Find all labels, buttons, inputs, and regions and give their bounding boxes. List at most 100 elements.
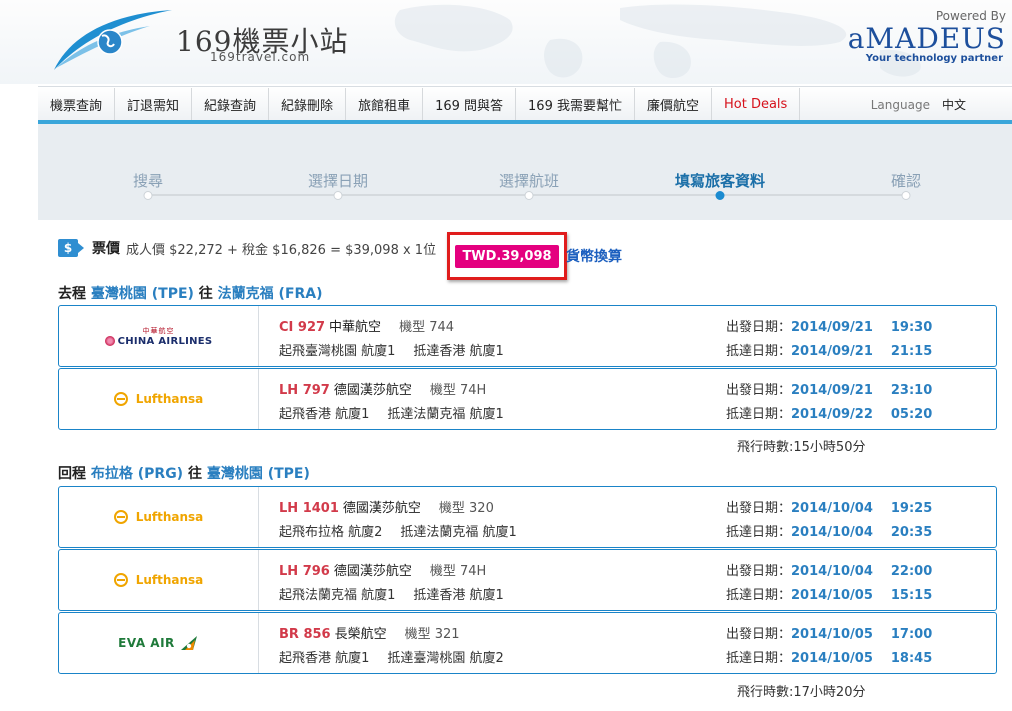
inbound-origin: 布拉格 (PRG) [90,466,184,482]
nav-item-booking-notes[interactable]: 訂退需知 [115,87,193,122]
arrival-date: 2014/10/05 [791,651,873,666]
flight-number: LH 797 [279,383,330,398]
arrival-date-label: 抵達日期： [726,588,792,603]
departure-date-label: 出發日期： [726,564,792,579]
lufthansa-logo: Lufthansa [113,392,203,406]
language-value[interactable]: 中文 [942,96,966,113]
arrival-airport: 抵達香港 航廈1 [413,588,504,603]
nav-item-record-delete[interactable]: 紀錄刪除 [269,87,347,122]
price-label: 票價 [92,241,120,257]
nav-item-low-cost[interactable]: 廉價航空 [635,87,712,122]
inbound-title: 回程 布拉格 (PRG) 往 臺灣桃園 (TPE) [58,463,310,483]
arrival-date: 2014/09/22 [791,407,873,422]
arrival-airport: 抵達法蘭克福 航廈1 [387,407,504,422]
departure-date: 2014/09/21 [791,320,873,335]
total-price-badge: TWD.39,098 [455,244,559,268]
airline-name: 中華航空 [329,320,382,335]
step-passenger-info-dot [715,191,725,200]
crane-icon [113,510,128,524]
airline-logo-cell: Lufthansa [59,369,259,429]
outbound-verb: 往 [198,286,213,302]
flight-number: BR 856 [279,627,331,642]
departure-time: 17:00 [890,627,933,642]
china-airlines-logo-text: CHINA AIRLINES [117,335,213,347]
outbound-duration: 飛行時數:15小時50分 [737,440,866,455]
inbound-duration: 飛行時數:17小時20分 [737,685,866,700]
airline-name: 德國漢莎航空 [333,383,412,398]
departure-airport: 起飛法蘭克福 航廈1 [279,588,396,603]
site-logo-icon [54,10,172,70]
departure-date-label: 出發日期： [726,501,792,516]
airline-name: 德國漢莎航空 [342,501,421,516]
powered-by-label: Powered By [935,9,1006,23]
crane-icon [113,392,128,406]
outbound-direction: 去程 [58,286,86,302]
nav-item-help[interactable]: 169 我需要幫忙 [516,87,635,122]
step-confirm-dot [901,191,911,200]
arrival-date: 2014/10/05 [791,588,873,603]
arrival-time: 15:15 [890,588,933,603]
aircraft-model: 機型 744 [399,320,455,335]
lufthansa-logo-text: Lufthansa [135,573,204,587]
departure-time: 23:10 [890,383,933,398]
lufthansa-logo: Lufthansa [113,573,204,587]
flight-card[interactable]: Lufthansa LH 797 德國漢莎航空 機型 74H 起飛香港 航廈1 抵達法… [58,368,997,430]
nav-item-hotel-car[interactable]: 旅館租車 [346,87,424,122]
flight-info: BR 856 長榮航空 機型 321 起飛香港 航廈1 抵達臺灣桃園 航廈2 [279,623,504,671]
aircraft-model: 機型 74H [429,564,487,579]
airline-logo-cell: Lufthansa [59,487,259,547]
inbound-direction: 回程 [58,466,86,482]
flight-card[interactable]: Lufthansa LH 796 德國漢莎航空 機型 74H 起飛法蘭克福 航廈1 抵… [58,549,997,611]
partner-logo: aMADEUS [847,22,1006,55]
dollar-icon: $ [58,239,84,257]
flight-card[interactable]: Lufthansa LH 1401 德國漢莎航空 機型 320 起飛布拉格 航廈2 抵… [58,486,997,548]
flight-number: LH 1401 [279,501,339,516]
outbound-destination: 法蘭克福 (FRA) [217,286,323,302]
flight-info: LH 1401 德國漢莎航空 機型 320 起飛布拉格 航廈2 抵達法蘭克福 航廈1 [279,497,517,545]
nav-item-hot-deals[interactable]: Hot Deals [712,87,801,122]
airline-logo-cell: EVA AIR [59,613,259,673]
flight-dates: 出發日期：2014/09/21 23:10 抵達日期：2014/09/22 05:2… [726,379,932,427]
step-select-date: 選擇日期 [307,172,369,190]
departure-time: 22:00 [890,564,933,579]
aircraft-model: 機型 74H [429,383,487,398]
aircraft-model: 機型 320 [438,501,494,516]
china-airlines-logo-chinese: 中華航空 [142,326,175,335]
nav-item-record-query[interactable]: 紀錄查詢 [192,87,270,122]
departure-date-label: 出發日期： [726,320,792,335]
eva-air-emblem-icon [180,636,197,650]
step-select-flight-dot [524,191,534,200]
arrival-airport: 抵達法蘭克福 航廈1 [400,525,517,540]
main-nav: 機票查詢 訂退需知 紀錄查詢 紀錄刪除 旅館租車 169 問與答 169 我需要… [38,86,1012,122]
nav-item-ticket-search[interactable]: 機票查詢 [38,87,116,122]
currency-convert-link[interactable]: 貨幣換算 [566,246,622,266]
arrival-airport: 抵達香港 航廈1 [413,344,504,359]
flight-dates: 出發日期：2014/09/21 19:30 抵達日期：2014/09/21 21:1… [726,316,932,364]
flight-info: CI 927 中華航空 機型 744 起飛臺灣桃園 航廈1 抵達香港 航廈1 [279,316,504,364]
flight-dates: 出發日期：2014/10/04 19:25 抵達日期：2014/10/04 20:3… [726,497,932,545]
arrival-date-label: 抵達日期： [726,407,792,422]
step-search: 搜尋 [132,172,164,190]
departure-date: 2014/09/21 [791,383,873,398]
outbound-title: 去程 臺灣桃園 (TPE) 往 法蘭克福 (FRA) [58,283,323,303]
china-airlines-logo: 中華航空 CHINA AIRLINES [104,326,213,347]
language-label: Language [870,97,930,112]
airline-logo-cell: 中華航空 CHINA AIRLINES [59,306,259,366]
flight-card[interactable]: EVA AIR BR 856 長榮航空 機型 321 起飛香港 航廈1 抵達臺灣桃園 … [58,612,997,674]
departure-date-label: 出發日期： [726,383,792,398]
nav-item-faq[interactable]: 169 問與答 [423,87,517,122]
airline-name: 長榮航空 [334,627,387,642]
language-selector[interactable]: Language 中文 [871,96,966,113]
inbound-verb: 往 [187,466,202,482]
step-passenger-info: 填寫旅客資料 [674,172,766,190]
departure-date-label: 出發日期： [726,627,792,642]
airline-name: 德國漢莎航空 [333,564,412,579]
departure-airport: 起飛香港 航廈1 [279,407,370,422]
crane-icon [113,573,128,587]
arrival-time: 20:35 [890,525,933,540]
lufthansa-logo-text: Lufthansa [135,510,204,524]
lufthansa-logo: Lufthansa [113,510,204,524]
step-search-dot [143,191,153,200]
total-price-highlight: TWD.39,098 [447,232,567,280]
flight-card[interactable]: 中華航空 CHINA AIRLINES CI 927 中華航空 機型 744 起飛臺… [58,305,997,367]
